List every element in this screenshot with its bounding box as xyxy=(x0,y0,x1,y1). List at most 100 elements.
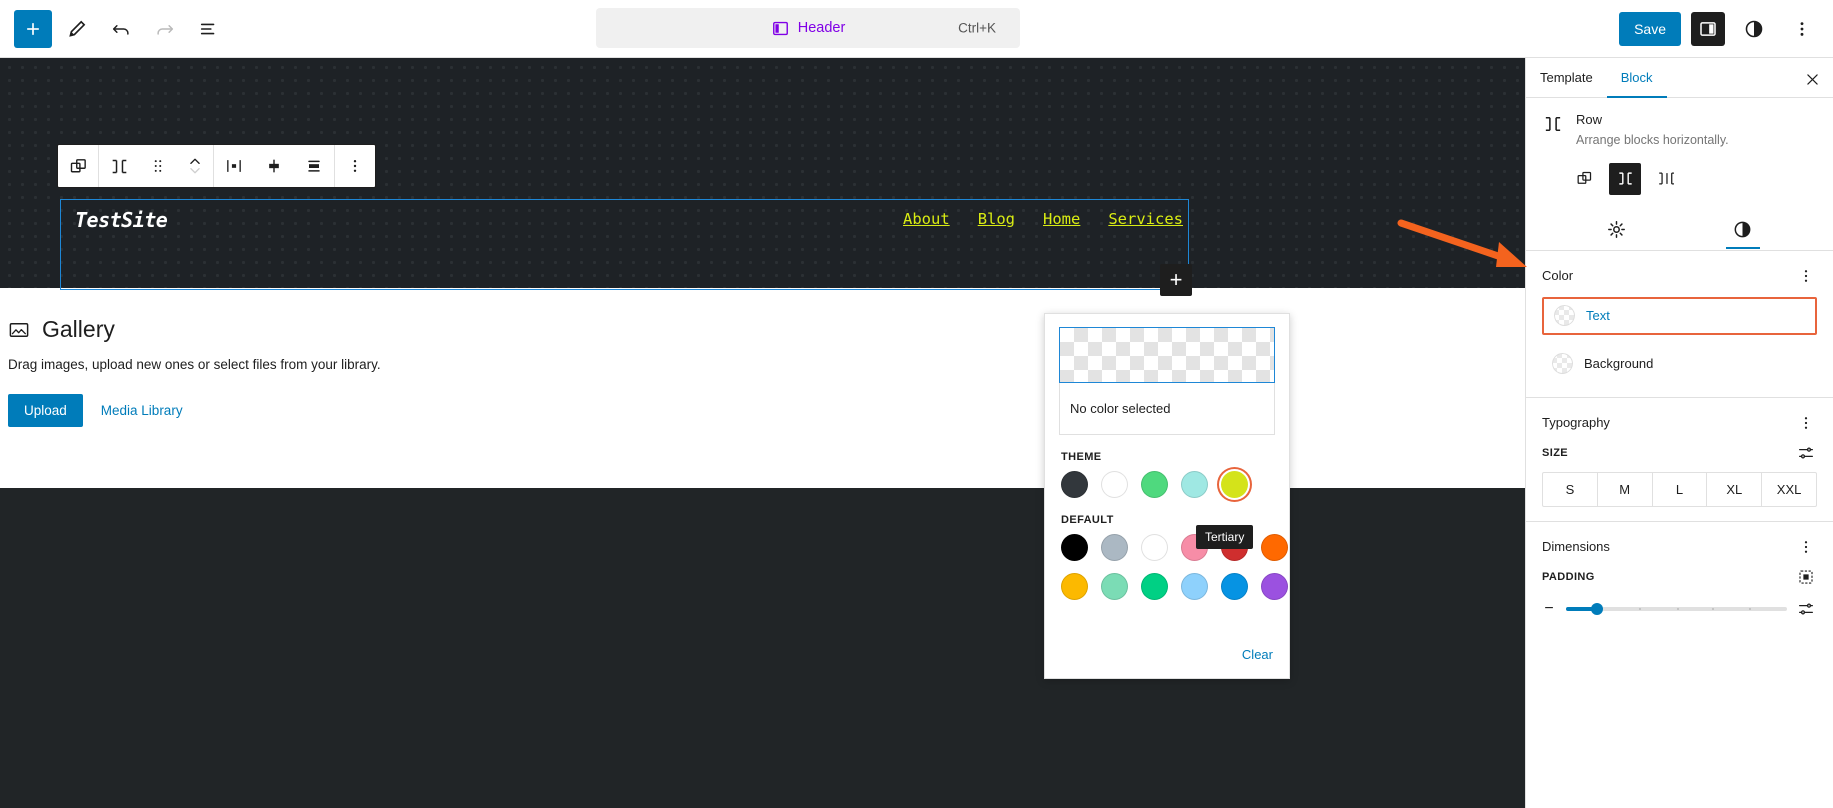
tab-template[interactable]: Template xyxy=(1526,58,1607,98)
font-size-option-s[interactable]: S xyxy=(1543,472,1598,506)
settings-sidebar-toggle-button[interactable] xyxy=(1691,12,1725,46)
padding-tick xyxy=(1749,607,1752,610)
block-more-options-button[interactable] xyxy=(335,145,375,187)
site-title[interactable]: TestSite xyxy=(75,208,168,232)
font-size-option-l[interactable]: L xyxy=(1653,472,1708,506)
align-left-button[interactable] xyxy=(214,145,254,187)
settings-sidebar: Template Block Row Arrange blocks horizo… xyxy=(1525,58,1833,808)
subtab-styles[interactable] xyxy=(1726,209,1760,249)
font-size-custom-button[interactable] xyxy=(1795,442,1817,464)
theme-swatch-secondary[interactable] xyxy=(1181,471,1208,498)
drag-handle-button[interactable] xyxy=(139,145,176,187)
vertical-dots-icon xyxy=(1804,416,1808,429)
dimensions-panel-options-button[interactable] xyxy=(1795,536,1817,558)
color-panel-options-button[interactable] xyxy=(1795,265,1817,287)
font-size-label: SIZE xyxy=(1542,446,1569,459)
color-picker-popover: No color selected THEME DEFAULT Clear xyxy=(1044,313,1290,679)
variation-row-button[interactable] xyxy=(1609,162,1641,195)
upload-button[interactable]: Upload xyxy=(8,394,83,427)
align-justify-button[interactable] xyxy=(294,145,334,187)
move-up-down-button[interactable] xyxy=(176,145,213,187)
block-type-button[interactable] xyxy=(99,145,139,187)
theme-swatch-row xyxy=(1045,471,1289,498)
padding-slider-knob[interactable] xyxy=(1590,602,1603,615)
stack-variation-icon xyxy=(1577,172,1591,185)
theme-swatch-contrast[interactable] xyxy=(1101,471,1128,498)
tab-block[interactable]: Block xyxy=(1607,58,1667,98)
navigation-links: About Blog Home Services xyxy=(903,210,1183,228)
padding-tick xyxy=(1638,607,1641,610)
align-center-button[interactable] xyxy=(254,145,294,187)
clear-color-button[interactable]: Clear xyxy=(1242,647,1273,662)
no-color-selected-label: No color selected xyxy=(1059,383,1275,435)
default-swatch-vivid-amber[interactable] xyxy=(1061,573,1088,600)
padding-control-row: − xyxy=(1542,598,1817,620)
typography-panel-title: Typography xyxy=(1542,415,1610,431)
editor-options-button[interactable] xyxy=(1783,10,1821,48)
command-center-bar[interactable]: Header Ctrl+K xyxy=(596,8,1020,48)
block-description: Arrange blocks horizontally. xyxy=(1576,133,1729,147)
default-swatch-black[interactable] xyxy=(1061,534,1088,561)
gallery-description: Drag images, upload new ones or select f… xyxy=(8,357,381,372)
list-view-button[interactable] xyxy=(190,10,228,48)
edit-tools-button[interactable] xyxy=(58,10,96,48)
select-parent-block-button[interactable] xyxy=(58,145,98,187)
color-option-background[interactable]: Background xyxy=(1542,345,1817,383)
color-preview-swatch[interactable] xyxy=(1059,327,1275,383)
padding-sides-button[interactable] xyxy=(1795,566,1817,588)
padding-slider[interactable] xyxy=(1566,602,1787,615)
theme-swatch-primary[interactable] xyxy=(1141,471,1168,498)
default-swatch-white[interactable] xyxy=(1141,534,1168,561)
color-option-text[interactable]: Text xyxy=(1542,296,1817,335)
nav-link-blog[interactable]: Blog xyxy=(978,210,1015,228)
block-info-text: Row Arrange blocks horizontally. xyxy=(1576,112,1729,149)
subtab-settings[interactable] xyxy=(1600,209,1634,249)
editor-top-bar: Header Ctrl+K Save xyxy=(0,0,1833,58)
variation-grid-button[interactable] xyxy=(1650,163,1682,195)
theme-swatch-base[interactable] xyxy=(1061,471,1088,498)
theme-swatch-tertiary[interactable] xyxy=(1221,471,1248,498)
color-panel: Color Text Background xyxy=(1526,251,1833,398)
undo-button[interactable] xyxy=(102,10,140,48)
nav-link-about[interactable]: About xyxy=(903,210,950,228)
undo-icon xyxy=(112,24,129,35)
vertical-dots-icon xyxy=(1804,269,1808,282)
drag-handle-icon xyxy=(154,160,161,172)
global-styles-button[interactable] xyxy=(1735,10,1773,48)
command-center-content: Header xyxy=(771,19,845,38)
color-panel-header: Color xyxy=(1542,265,1817,287)
typography-panel-options-button[interactable] xyxy=(1795,412,1817,434)
gallery-header: Gallery xyxy=(0,316,1525,343)
selected-row-block[interactable]: TestSite About Blog Home Services xyxy=(60,199,1189,290)
padding-custom-button[interactable] xyxy=(1795,598,1817,620)
box-sides-icon xyxy=(1799,570,1813,584)
default-swatch-light-green-cyan[interactable] xyxy=(1101,573,1128,600)
clear-color-row: Clear xyxy=(1242,646,1273,664)
default-swatch-vivid-orange[interactable] xyxy=(1261,534,1288,561)
top-bar-right-tools: Save xyxy=(1619,0,1821,58)
block-toolbar-group-parent xyxy=(58,145,99,187)
default-swatch-vivid-cyan-blue[interactable] xyxy=(1221,573,1248,600)
padding-decrease-button[interactable]: − xyxy=(1542,600,1556,618)
save-button[interactable]: Save xyxy=(1619,12,1681,46)
media-library-link[interactable]: Media Library xyxy=(101,403,183,418)
default-swatch-vivid-purple[interactable] xyxy=(1261,573,1288,600)
variation-stack-button[interactable] xyxy=(1568,163,1600,195)
add-block-button[interactable] xyxy=(14,9,52,48)
block-appender-button[interactable]: + xyxy=(1160,264,1192,296)
font-size-option-m[interactable]: M xyxy=(1598,472,1653,506)
font-size-option-xl[interactable]: XL xyxy=(1707,472,1763,506)
default-swatch-vivid-green-cyan[interactable] xyxy=(1141,573,1168,600)
nav-link-home[interactable]: Home xyxy=(1043,210,1080,228)
redo-button[interactable] xyxy=(146,10,184,48)
default-swatch-cyan-bluish-gray[interactable] xyxy=(1101,534,1128,561)
nav-link-services[interactable]: Services xyxy=(1108,210,1183,228)
editor-canvas: TestSite About Blog Home Services + Gall… xyxy=(0,58,1525,808)
vertical-dots-icon xyxy=(1804,540,1808,553)
default-swatch-pale-cyan-blue[interactable] xyxy=(1181,573,1208,600)
block-editor-app: Header Ctrl+K Save TestSite About Blog H… xyxy=(0,0,1833,808)
font-size-option-xxl[interactable]: XXL xyxy=(1762,473,1816,506)
redo-icon xyxy=(157,24,174,35)
close-sidebar-button[interactable] xyxy=(1799,66,1825,92)
template-header-icon xyxy=(772,21,788,35)
